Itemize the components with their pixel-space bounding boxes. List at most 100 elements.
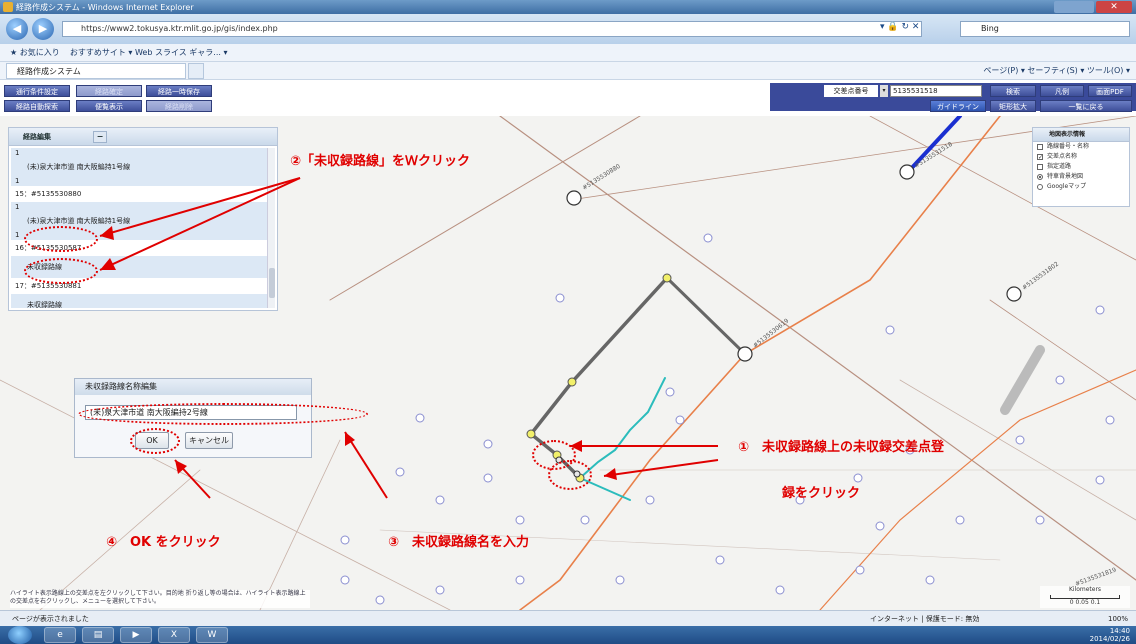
intersection-node[interactable] [483, 439, 493, 449]
url-field[interactable]: https://www2.tokusya.ktr.mlit.go.jp/gis/… [62, 21, 922, 37]
basemap-radio[interactable]: Googleマップ [1033, 182, 1129, 192]
rect-zoom-button[interactable]: 矩形拡大 [990, 100, 1036, 112]
intersection-node[interactable] [645, 495, 655, 505]
checkbox-icon[interactable] [1037, 164, 1043, 170]
route-confirm-button[interactable]: 経路確定 [76, 85, 142, 97]
screen-pdf-button[interactable]: 画面PDF [1088, 85, 1132, 97]
intersection-node[interactable] [1055, 375, 1065, 385]
route-point[interactable] [526, 429, 536, 439]
map-label-node: #5135531802 [1021, 260, 1060, 291]
intersection-node[interactable] [580, 515, 590, 525]
forward-button[interactable]: ▶ [32, 18, 54, 40]
minimize-maximize-buttons[interactable] [1054, 1, 1094, 13]
intersection-node[interactable] [515, 515, 525, 525]
start-button[interactable] [8, 626, 32, 644]
intersection-node[interactable] [1095, 305, 1105, 315]
route-condition-button[interactable]: 通行条件設定 [4, 85, 70, 97]
intersection-node[interactable] [1015, 435, 1025, 445]
intersection-node[interactable] [715, 555, 725, 565]
route-list-item[interactable]: 1 [11, 148, 267, 158]
intersection-node[interactable] [955, 515, 965, 525]
route-auto-search-button[interactable]: 経路自動探索 [4, 100, 70, 112]
intersection-node[interactable] [395, 467, 405, 477]
checkbox-icon[interactable]: ✓ [1037, 154, 1043, 161]
layer-checkbox[interactable]: 指定道路 [1033, 162, 1129, 172]
major-intersection-node[interactable] [737, 346, 753, 362]
intersection-node[interactable] [435, 495, 445, 505]
search-button[interactable]: 検索 [990, 85, 1036, 97]
intersection-node[interactable] [483, 473, 493, 483]
major-intersection-node[interactable] [899, 164, 915, 180]
temp-save-button[interactable]: 経路一時保存 [146, 85, 212, 97]
command-bar[interactable]: ページ(P) ▾ セーフティ(S) ▾ ツール(O) ▾ [983, 62, 1130, 80]
intersection-type-select[interactable]: ▾ [880, 85, 888, 97]
intersection-node[interactable] [375, 595, 385, 605]
route-list-item[interactable]: 1 [11, 202, 267, 212]
intersection-node[interactable] [415, 413, 425, 423]
intersection-node[interactable] [615, 575, 625, 585]
refresh-stop-icons[interactable]: ▾ 🔒 ↻ ✕ [880, 22, 919, 32]
major-intersection-node[interactable] [566, 190, 582, 206]
route-list-item[interactable]: (未)泉大津市道 南大阪編持1号線 [11, 158, 267, 176]
intersection-node[interactable] [853, 473, 863, 483]
legend-button[interactable]: 凡例 [1040, 85, 1084, 97]
radio-icon[interactable] [1037, 184, 1043, 190]
favorites-items[interactable]: おすすめサイト ▾ Web スライス ギャラ... ▾ [70, 48, 228, 57]
intersection-node[interactable] [885, 325, 895, 335]
intersection-node[interactable] [665, 387, 675, 397]
intersection-node[interactable] [555, 293, 565, 303]
favorites-star-icon[interactable]: ★ [10, 48, 17, 57]
intersection-node[interactable] [703, 233, 713, 243]
back-button[interactable]: ◀ [6, 18, 28, 40]
intersection-node[interactable] [340, 535, 350, 545]
intersection-node[interactable] [1035, 515, 1045, 525]
layer-checkbox[interactable]: 路線番号・名称 [1033, 142, 1129, 152]
intersection-number-input[interactable]: 5135531518 [890, 85, 982, 97]
system-tray[interactable]: 14:40 2014/02/26 [1090, 627, 1130, 643]
intersection-node[interactable] [515, 575, 525, 585]
annotation-step2: ②「未収録路線」をＷクリック [290, 154, 471, 169]
taskbar-excel-icon[interactable]: X [158, 627, 190, 643]
route-list-scrollbar[interactable] [267, 148, 275, 308]
radio-icon[interactable] [1037, 174, 1043, 180]
intersection-node[interactable] [875, 521, 885, 531]
favorites-label[interactable]: お気に入り [20, 48, 60, 57]
route-list-item[interactable]: 1 [11, 176, 267, 186]
checkbox-icon[interactable] [1037, 144, 1043, 150]
browser-tab[interactable]: 経路作成システム [6, 63, 186, 79]
taskbar-explorer-icon[interactable]: ▤ [82, 627, 114, 643]
layer-checkbox[interactable]: ✓ 交差点名称 [1033, 152, 1129, 162]
annotation-step1-line2: 録をクリック [782, 486, 861, 501]
road-line [329, 116, 641, 301]
route-point[interactable] [662, 273, 672, 283]
intersection-node[interactable] [340, 575, 350, 585]
collapse-button[interactable]: − [93, 131, 107, 143]
route-delete-button[interactable]: 経路削除 [146, 100, 212, 112]
intersection-node[interactable] [435, 585, 445, 595]
taskbar-media-icon[interactable]: ▶ [120, 627, 152, 643]
search-input[interactable]: Bing [960, 21, 1130, 37]
new-tab-button[interactable] [188, 63, 204, 79]
cancel-button[interactable]: キャンセル [185, 432, 233, 449]
scrollbar-thumb[interactable] [269, 268, 275, 298]
security-zone[interactable]: インターネット | 保護モード: 無効 [870, 611, 979, 627]
back-to-list-button[interactable]: 一覧に戻る [1040, 100, 1132, 112]
major-intersection-node[interactable] [1006, 286, 1022, 302]
intersection-node[interactable] [855, 565, 865, 575]
guideline-button[interactable]: ガイドライン [930, 100, 986, 112]
intersection-node[interactable] [675, 415, 685, 425]
intersection-node[interactable] [1095, 475, 1105, 485]
route-list-item[interactable]: 15：#5135530880 [11, 186, 267, 202]
basemap-radio[interactable]: 特車背景地図 [1033, 172, 1129, 182]
edit-display-button[interactable]: 便覧表示 [76, 100, 142, 112]
intersection-node[interactable] [925, 575, 935, 585]
map-label-node: #5135530880 [581, 163, 622, 192]
unrecorded-route-item[interactable]: 未収録路線 [11, 294, 267, 308]
intersection-node[interactable] [775, 585, 785, 595]
intersection-node[interactable] [1105, 415, 1115, 425]
taskbar-word-icon[interactable]: W [196, 627, 228, 643]
route-point[interactable] [567, 377, 577, 387]
window-close-button[interactable]: ✕ [1096, 1, 1132, 13]
taskbar-ie-icon[interactable]: e [44, 627, 76, 643]
zoom-level[interactable]: 100% [1108, 611, 1128, 627]
